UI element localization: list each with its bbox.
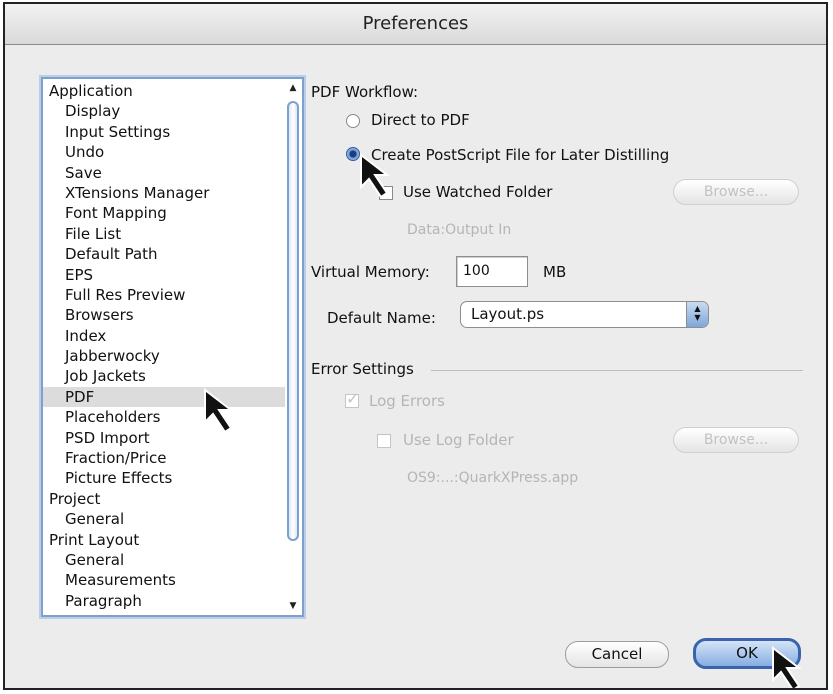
scroll-up-arrow-icon[interactable]: ▲ [287,82,299,94]
sidebar-item-application[interactable]: Application [43,81,285,101]
log-errors-checkbox[interactable]: ✓ [345,389,359,408]
use-watched-folder-label[interactable]: Use Watched Folder [403,183,552,201]
scroll-down-arrow-icon[interactable]: ▼ [287,600,299,612]
pointer-cursor-icon [204,388,234,434]
preferences-category-list[interactable]: Application Display Input Settings Undo Save… [41,77,304,617]
sidebar-item-display[interactable]: Display [43,101,285,121]
sidebar-item-browsers[interactable]: Browsers [43,305,285,325]
sidebar-item-file-list[interactable]: File List [43,224,285,244]
virtual-memory-input[interactable]: 100 [456,256,528,287]
sidebar-item-index[interactable]: Index [43,326,285,346]
sidebar-item-print-layout[interactable]: Print Layout [43,530,285,550]
sidebar-item-picture-effects[interactable]: Picture Effects [43,468,285,488]
default-name-value: Layout.ps [471,305,545,323]
error-settings-divider [431,370,803,371]
sidebar-item-eps[interactable]: EPS [43,265,285,285]
sidebar-item-project[interactable]: Project [43,489,285,509]
sidebar-item-psd-import[interactable]: PSD Import [43,428,285,448]
watched-folder-path: Data:Output In [407,222,512,238]
sidebar-item-placeholders[interactable]: Placeholders [43,407,285,427]
sidebar-item-fraction-price[interactable]: Fraction/Price [43,448,285,468]
sidebar-item-general[interactable]: General [43,509,285,529]
log-folder-browse-button[interactable]: Browse... [673,427,799,453]
pointer-cursor-icon [772,646,802,688]
sidebar-item-input-settings[interactable]: Input Settings [43,122,285,142]
list-scrollbar[interactable]: ▲ ▼ [286,81,300,613]
checkmark-icon: ✓ [346,389,360,408]
sidebar-item-undo[interactable]: Undo [43,142,285,162]
default-name-popup[interactable]: Layout.ps ▲ ▼ [460,301,709,328]
sidebar-item-general[interactable]: General [43,550,285,570]
direct-to-pdf-radio[interactable] [346,114,360,128]
use-log-folder-checkbox[interactable] [377,434,391,448]
pdf-workflow-heading: PDF Workflow: [311,83,419,101]
category-items: Application Display Input Settings Undo Save… [43,81,285,611]
virtual-memory-label: Virtual Memory: [311,263,430,281]
sidebar-item-job-jackets[interactable]: Job Jackets [43,366,285,386]
log-errors-label[interactable]: Log Errors [369,392,445,410]
create-postscript-label[interactable]: Create PostScript File for Later Distill… [371,146,669,164]
use-log-folder-label[interactable]: Use Log Folder [403,431,514,449]
default-name-label: Default Name: [327,309,436,327]
sidebar-item-measurements[interactable]: Measurements [43,570,285,590]
error-settings-heading: Error Settings [311,360,414,378]
scroll-thumb[interactable] [287,101,299,541]
sidebar-item-paragraph[interactable]: Paragraph [43,591,285,611]
popup-arrows-icon: ▲ ▼ [686,302,708,327]
sidebar-item-save[interactable]: Save [43,163,285,183]
log-folder-path: OS9:...:QuarkXPress.app [407,470,579,486]
direct-to-pdf-label[interactable]: Direct to PDF [371,111,470,129]
sidebar-item-xtensions-manager[interactable]: XTensions Manager [43,183,285,203]
pointer-cursor-icon [360,153,390,199]
sidebar-item-pdf[interactable]: PDF [43,386,285,408]
sidebar-item-jabberwocky[interactable]: Jabberwocky [43,346,285,366]
watched-folder-browse-button[interactable]: Browse... [673,179,799,205]
sidebar-item-default-path[interactable]: Default Path [43,244,285,264]
sidebar-item-font-mapping[interactable]: Font Mapping [43,203,285,223]
title-bar[interactable]: Preferences [5,4,826,45]
sidebar-item-full-res-preview[interactable]: Full Res Preview [43,285,285,305]
cancel-button[interactable]: Cancel [565,641,669,668]
preferences-dialog: Preferences Application Display Input Sett… [3,2,828,690]
window-title: Preferences [362,13,469,34]
virtual-memory-unit: MB [543,263,567,281]
